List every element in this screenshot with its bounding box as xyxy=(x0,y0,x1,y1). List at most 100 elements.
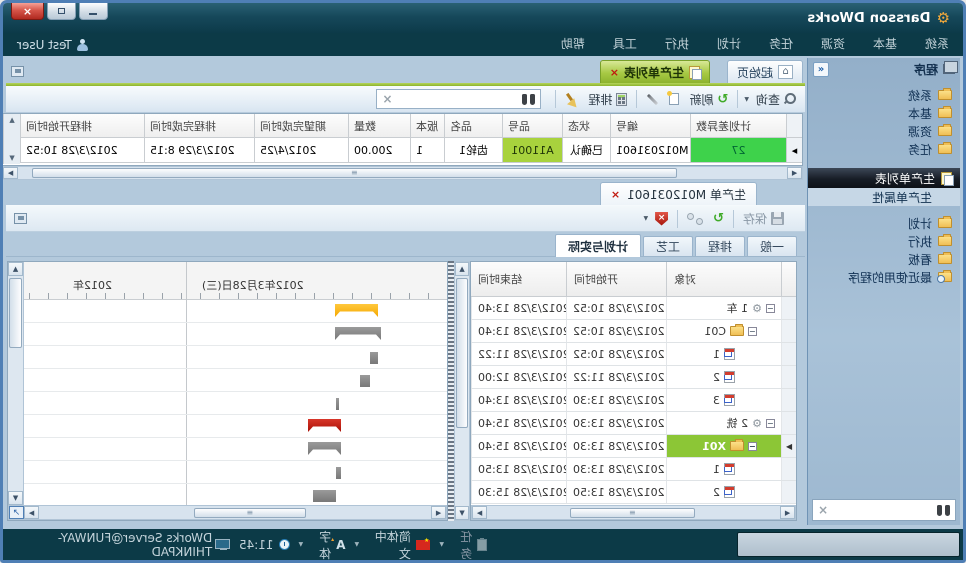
cell-item-no[interactable]: A11001 xyxy=(502,138,562,163)
gantt-bar-task[interactable] xyxy=(360,375,370,387)
cell-plan-diff[interactable]: 27 xyxy=(690,138,786,163)
col-plan-diff[interactable]: 计划差异数 xyxy=(690,114,786,138)
scroll-up-icon[interactable]: ▲ xyxy=(8,262,23,276)
sidebar-item-production-order-props[interactable]: 生产单属性 xyxy=(808,188,960,206)
scroll-thumb[interactable] xyxy=(9,278,22,348)
abort-dropdown-icon[interactable]: ▼ xyxy=(643,215,648,222)
menu-execute[interactable]: 执行 xyxy=(651,33,703,56)
cell-sched-end[interactable]: 2012/3/29 8:15 xyxy=(144,138,254,163)
save-button[interactable]: 保存 xyxy=(738,208,789,229)
edit-button[interactable] xyxy=(641,96,664,103)
goto-task-icon[interactable]: ↗ xyxy=(9,506,24,519)
menu-plan[interactable]: 计划 xyxy=(703,33,755,56)
query-dropdown-icon[interactable]: ▼ xyxy=(744,96,749,103)
col-due[interactable]: 期望完成时间 xyxy=(254,114,348,138)
col-code[interactable]: 编号 xyxy=(610,114,690,138)
orders-hscrollbar[interactable]: ◀ ▶ xyxy=(2,166,803,180)
tab-schedule[interactable]: 排程 xyxy=(695,236,745,256)
pane-splitter[interactable] xyxy=(448,261,454,521)
new-button[interactable] xyxy=(664,91,684,107)
status-font[interactable]: A 字体 ▼ xyxy=(299,528,346,562)
scroll-down-icon[interactable]: ▼ xyxy=(8,491,23,505)
col-version[interactable]: 版本 xyxy=(410,114,444,138)
scroll-right-icon[interactable]: ▶ xyxy=(24,506,39,519)
query-button[interactable]: 查询 xyxy=(751,89,801,110)
scroll-thumb[interactable] xyxy=(570,508,695,518)
col-start-time[interactable]: 开始时间 xyxy=(566,262,666,296)
close-button[interactable]: × xyxy=(11,3,44,20)
col-sched-start[interactable]: 排程开始时间 xyxy=(20,114,144,138)
filter-search-input[interactable] xyxy=(397,92,517,107)
menu-system[interactable]: 系统 xyxy=(911,33,963,56)
schedule-hscrollbar[interactable]: ◀ ▶ xyxy=(471,505,796,520)
gantt-bar-task[interactable] xyxy=(313,490,336,502)
menu-tools[interactable]: 工具 xyxy=(599,33,651,56)
tab-start-page[interactable]: ⌂ 起始页 xyxy=(727,60,803,83)
col-end-time[interactable]: 结束时间 xyxy=(471,262,566,296)
minimize-button[interactable] xyxy=(79,3,108,20)
sidebar-collapse-button[interactable]: « xyxy=(813,62,829,77)
sched-row[interactable]: −C01 2012/3/28 10:52 2012/3/28 13:40 xyxy=(471,320,796,343)
scroll-right-icon[interactable]: ▶ xyxy=(472,506,487,519)
cell-item-name[interactable]: 齿轮1 xyxy=(444,138,502,163)
sched-row[interactable]: 1 2012/3/28 10:52 2012/3/28 11:22 xyxy=(471,343,796,366)
clear-button[interactable] xyxy=(560,91,583,108)
gantt-hscrollbar[interactable]: ◀ ▶ ↗ xyxy=(8,505,447,520)
menu-resource[interactable]: 资源 xyxy=(807,33,859,56)
dropdown-icon[interactable]: ▼ xyxy=(354,541,359,548)
col-sched-end[interactable]: 排程完成时间 xyxy=(144,114,254,138)
sched-row[interactable]: 3 2012/3/28 13:30 2012/3/28 13:40 xyxy=(471,389,796,412)
collapse-icon[interactable]: − xyxy=(748,442,757,451)
cell-qty[interactable]: 200.00 xyxy=(348,138,410,163)
scroll-thumb[interactable] xyxy=(456,278,468,428)
orders-row[interactable]: ▸ 27 M012031601 已确认 A11001 齿轮1 1 200.00 … xyxy=(3,138,802,163)
filter-search-box[interactable]: × xyxy=(376,89,541,109)
sidebar-search-box[interactable]: × xyxy=(812,499,956,521)
gantt-vscrollbar[interactable]: ▲ ▼ xyxy=(8,262,24,506)
tab-process[interactable]: 工艺 xyxy=(643,236,693,256)
sidebar-search-input[interactable] xyxy=(834,503,931,518)
collapse-icon[interactable]: − xyxy=(766,304,775,313)
tab-general[interactable]: 一般 xyxy=(747,236,797,256)
menu-basic[interactable]: 基本 xyxy=(859,33,911,56)
trace-button[interactable] xyxy=(682,211,708,227)
col-qty[interactable]: 数量 xyxy=(348,114,410,138)
scroll-left-icon[interactable]: ◀ xyxy=(431,506,446,519)
clear-filter-icon[interactable]: × xyxy=(382,93,392,105)
sidebar-item-production-order-list[interactable]: 生产单列表 xyxy=(808,168,960,188)
dropdown-icon[interactable]: ▼ xyxy=(299,541,304,548)
gantt-bar-task[interactable] xyxy=(370,352,378,364)
scroll-down-icon[interactable]: ▼ xyxy=(455,506,469,520)
gantt-bar-task[interactable] xyxy=(336,467,341,479)
sidebar-item-plan[interactable]: 计划 xyxy=(808,214,960,232)
status-task[interactable]: 任务 ▼ xyxy=(439,528,487,562)
cell-due[interactable]: 2012/4/25 xyxy=(254,138,348,163)
dropdown-icon[interactable]: ▼ xyxy=(439,541,444,548)
scroll-left-icon[interactable]: ◀ xyxy=(787,167,802,179)
status-language[interactable]: 简体中文 ▼ xyxy=(354,528,430,562)
col-object[interactable]: 对象 xyxy=(666,262,781,296)
titlebar[interactable]: ⚙ Darsson DWorks × xyxy=(3,3,963,33)
menu-help[interactable]: 帮助 xyxy=(547,33,599,56)
maximize-button[interactable] xyxy=(47,3,76,20)
sidebar-item-execute[interactable]: 执行 xyxy=(808,232,960,250)
sidebar-item-recent-programs[interactable]: 最近使用的程序 xyxy=(808,268,960,286)
sidebar-item-basic[interactable]: 基本 xyxy=(808,104,960,122)
sidebar-item-kanban[interactable]: 看板 xyxy=(808,250,960,268)
collapse-icon[interactable]: − xyxy=(748,327,757,336)
orders-vscrollbar[interactable]: ▲▼ xyxy=(3,114,20,164)
schedule-vscrollbar[interactable]: ▲ ▼ xyxy=(454,261,470,521)
tab-plan-vs-actual[interactable]: 计划与实际 xyxy=(555,234,641,257)
col-item-no[interactable]: 品号 xyxy=(502,114,562,138)
gantt-bar-task[interactable] xyxy=(336,398,339,410)
sched-row[interactable]: 2 2012/3/28 11:22 2012/3/28 12:00 xyxy=(471,366,796,389)
cell-code[interactable]: M012031601 xyxy=(610,138,690,163)
sidebar-item-task[interactable]: 任务 xyxy=(808,140,960,158)
tab-production-order-document[interactable]: 生产单 M012031601 × xyxy=(600,182,757,205)
undock-icon[interactable] xyxy=(14,213,27,224)
sched-row[interactable]: −⚙2 铣 2012/3/28 13:30 2012/3/28 15:40 xyxy=(471,412,796,435)
col-item-name[interactable]: 品名 xyxy=(444,114,502,138)
sidebar-item-system[interactable]: 系统 xyxy=(808,86,960,104)
window-list-icon[interactable] xyxy=(11,66,24,77)
sched-row[interactable]: −⚙1 车 2012/3/28 10:52 2012/3/28 13:40 xyxy=(471,297,796,320)
